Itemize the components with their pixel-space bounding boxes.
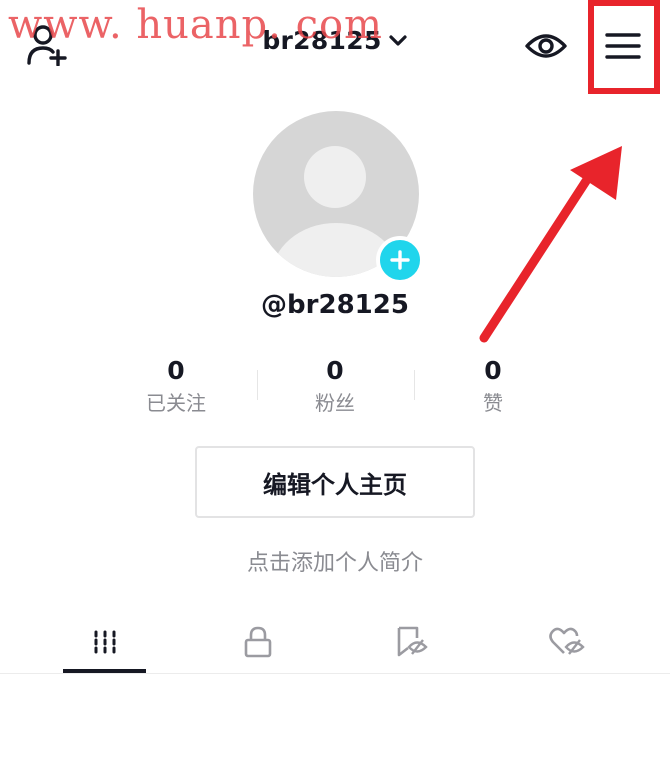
stat-likes-label: 赞 — [483, 391, 503, 415]
stat-followers-label: 粉丝 — [315, 391, 355, 415]
stat-following-value: 0 — [167, 356, 185, 385]
stat-followers[interactable]: 0 粉丝 — [265, 356, 405, 418]
stat-divider — [414, 370, 415, 400]
plus-icon — [390, 250, 410, 270]
profile-handle: @br28125 — [261, 290, 409, 320]
tab-private[interactable] — [193, 612, 323, 672]
stat-followers-value: 0 — [326, 356, 344, 385]
profile-views-button[interactable] — [522, 26, 570, 66]
heart-hidden-icon — [549, 627, 585, 655]
tab-favorites[interactable] — [346, 612, 476, 672]
tabs-divider — [0, 673, 670, 674]
lock-icon — [244, 626, 272, 658]
stat-likes[interactable]: 0 赞 — [423, 356, 563, 418]
tab-liked[interactable] — [502, 612, 632, 672]
edit-profile-button[interactable]: 编辑个人主页 — [195, 446, 475, 518]
bookmark-hidden-icon — [397, 626, 428, 657]
menu-highlight-box — [588, 0, 660, 94]
header-username: br28125 — [262, 26, 382, 55]
eye-icon — [525, 34, 567, 58]
stat-divider — [257, 370, 258, 400]
videos-grid-icon — [94, 630, 116, 654]
chevron-down-icon — [389, 34, 407, 46]
bio-placeholder[interactable]: 点击添加个人简介 — [0, 545, 670, 577]
tab-videos[interactable] — [40, 612, 170, 672]
avatar-add-button[interactable] — [376, 236, 424, 284]
stat-following-label: 已关注 — [146, 391, 206, 415]
stat-following[interactable]: 0 已关注 — [106, 356, 246, 418]
stat-likes-value: 0 — [484, 356, 502, 385]
